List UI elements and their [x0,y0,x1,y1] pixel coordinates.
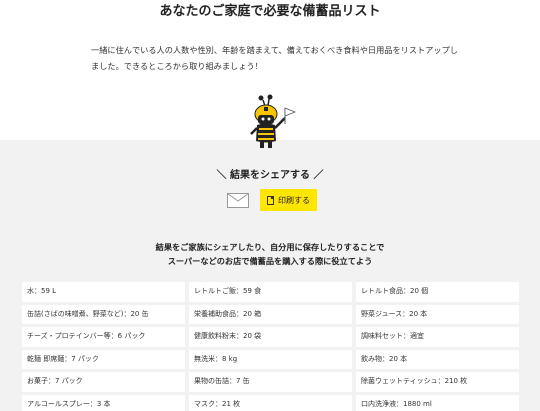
share-message: 結果をご家族にシェアしたり、自分用に保存したりすることで スーパーなどのお店で備… [0,240,540,268]
stockpile-list: 水：59 L レトルトご飯：59 食 レトルト食品：20 個 缶詰(さばの味噌煮… [22,282,519,411]
mail-icon[interactable] [227,193,249,208]
list-item: マスク：21 枚 [189,394,352,411]
document-icon [267,195,274,205]
mascot-icon [250,94,297,148]
list-item: 缶詰(さばの味噌煮、野菜など)：20 缶 [22,304,185,324]
share-message-line1: 結果をご家族にシェアしたり、自分用に保存したりすることで [155,242,385,252]
share-message-line2: スーパーなどのお店で備蓄品を購入する際に役立てよう [167,256,373,266]
list-item: お菓子：7 パック [22,372,185,392]
share-title: ＼ 結果をシェアする ／ [216,170,324,181]
list-item: 除菌ウェットティッシュ：210 枚 [356,372,519,392]
list-item: 果物の缶詰：7 缶 [189,372,352,392]
list-item: 調味料セット：適宜 [356,327,519,347]
print-button[interactable]: 印刷する [260,189,317,211]
print-button-label: 印刷する [278,195,310,205]
list-item: 無洗米：8 kg [189,349,352,369]
list-item: 飲み物：20 本 [356,349,519,369]
list-item: レトルト食品：20 個 [356,282,519,302]
list-item: 口内洗浄液：1880 ml [356,394,519,411]
list-item: アルコールスプレー：3 本 [22,394,185,411]
list-item: 野菜ジュース：20 本 [356,304,519,324]
list-item: 水：59 L [22,282,185,302]
list-item: 栄養補助食品：20 箱 [189,304,352,324]
list-item: 健康飲料粉末：20 袋 [189,327,352,347]
page-title: あなたのご家庭で必要な備蓄品リスト [159,4,381,19]
list-item: チーズ・プロテインバー等：6 パック [22,327,185,347]
list-item: レトルトご飯：59 食 [189,282,352,302]
intro-text: 一緒に住んでいる人の人数や性別、年齢を踏まえて、備えておくべき食料や日用品をリス… [91,45,458,71]
list-item: 乾麺 即席麺：7 パック [22,349,185,369]
